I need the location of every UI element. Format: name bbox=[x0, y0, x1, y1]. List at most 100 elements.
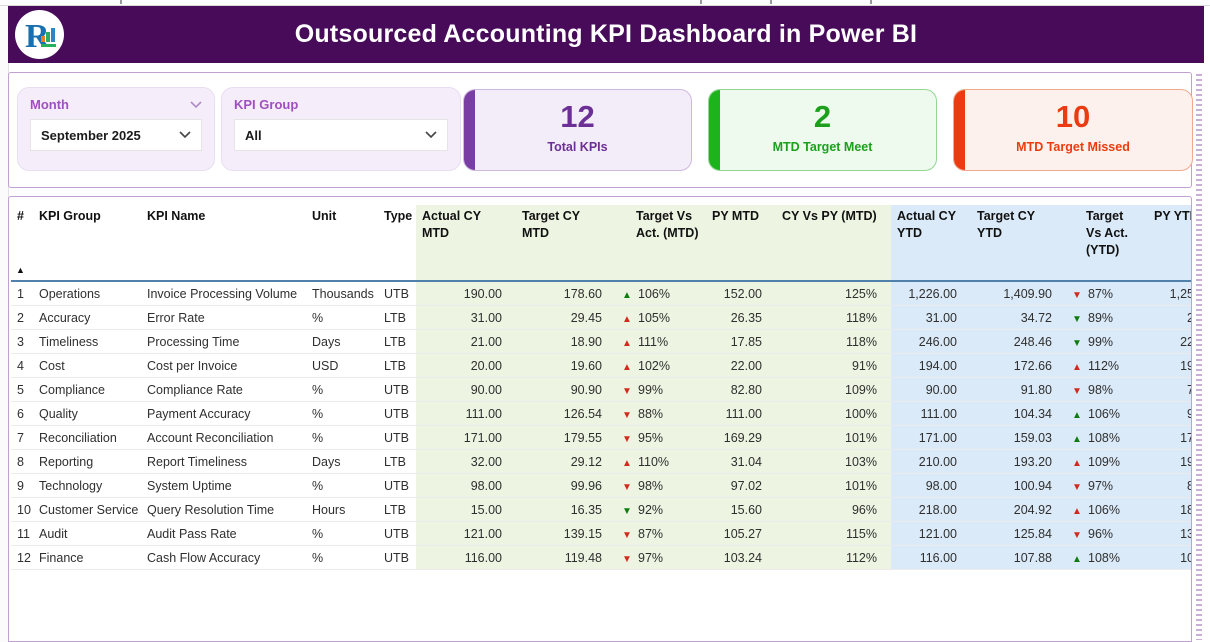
table-row[interactable]: 6QualityPayment Accuracy%UTB111.00126.54… bbox=[11, 402, 1192, 426]
cell-target_ytd: 91.80 bbox=[971, 378, 1066, 402]
cell-name: Audit Pass Rate bbox=[141, 522, 306, 546]
column-header-actual_mtd[interactable]: Actual CY MTD bbox=[416, 205, 516, 281]
table-row[interactable]: 5ComplianceCompliance Rate%UTB90.0090.90… bbox=[11, 378, 1192, 402]
cell-cy_vs_py_mtd: 103% bbox=[776, 450, 891, 474]
cell-actual_mtd: 171.00 bbox=[416, 426, 516, 450]
titlebar: R Outsourced Accounting KPI Dashboard in… bbox=[8, 6, 1204, 63]
table-row[interactable]: 9TechnologySystem Uptime%UTB98.0099.96▼9… bbox=[11, 474, 1192, 498]
cell-type: LTB bbox=[378, 354, 416, 378]
triangle-down-icon: ▼ bbox=[1072, 530, 1088, 541]
column-header-target_mtd[interactable]: Target CY MTD bbox=[516, 205, 616, 281]
triangle-up-icon: ▲ bbox=[1072, 362, 1088, 373]
sort-ascending-icon: ▲ bbox=[16, 264, 25, 276]
cell-cy_vs_py_mtd: 118% bbox=[776, 330, 891, 354]
indicator-percent: 112% bbox=[1088, 359, 1119, 373]
cell-type: UTB bbox=[378, 546, 416, 570]
vertical-scrollbar[interactable] bbox=[1196, 74, 1202, 640]
kpi-group-dropdown[interactable]: All bbox=[234, 119, 448, 151]
triangle-up-icon: ▲ bbox=[1072, 506, 1088, 517]
column-header-py_ytd[interactable]: PY YTD bbox=[1148, 205, 1192, 281]
cell-target_mtd: 19.60 bbox=[516, 354, 616, 378]
cell-target_mtd: 29.45 bbox=[516, 306, 616, 330]
column-header-type[interactable]: Type bbox=[378, 205, 416, 281]
cell-tva_ytd: ▲108% bbox=[1066, 426, 1148, 450]
cell-target_ytd: 204.92 bbox=[971, 498, 1066, 522]
cell-cy_vs_py_mtd: 100% bbox=[776, 402, 891, 426]
cell-group: Quality bbox=[33, 402, 141, 426]
indicator-percent: 98% bbox=[1088, 383, 1113, 397]
cell-py_ytd: 19 bbox=[1148, 450, 1192, 474]
cell-tva_mtd: ▼95% bbox=[616, 426, 706, 450]
column-header-target_ytd[interactable]: Target CY YTD bbox=[971, 205, 1066, 281]
triangle-up-icon: ▲ bbox=[622, 362, 638, 373]
table-row[interactable]: 11AuditAudit Pass Rate%UTB121.00139.15▼8… bbox=[11, 522, 1192, 546]
cell-unit: Days bbox=[306, 450, 378, 474]
column-header-tva_mtd[interactable]: Target Vs Act. (MTD) bbox=[616, 205, 706, 281]
cell-py_ytd: 2 bbox=[1148, 306, 1192, 330]
cell-py_mtd: 31.04 bbox=[706, 450, 776, 474]
cell-actual_ytd: 116.00 bbox=[891, 546, 971, 570]
cell-name: Report Timeliness bbox=[141, 450, 306, 474]
cell-tva_ytd: ▲106% bbox=[1066, 498, 1148, 522]
cell-type: UTB bbox=[378, 426, 416, 450]
cell-actual_mtd: 20.00 bbox=[416, 354, 516, 378]
column-header-name[interactable]: KPI Name bbox=[141, 205, 306, 281]
cell-target_mtd: 126.54 bbox=[516, 402, 616, 426]
triangle-down-icon: ▼ bbox=[622, 530, 638, 541]
cell-name: Payment Accuracy bbox=[141, 402, 306, 426]
column-header-num[interactable]: #▲ bbox=[11, 205, 33, 281]
cell-py_mtd: 103.24 bbox=[706, 546, 776, 570]
cell-target_mtd: 18.90 bbox=[516, 330, 616, 354]
cell-name: Cash Flow Accuracy bbox=[141, 546, 306, 570]
table-row[interactable]: 12FinanceCash Flow Accuracy%UTB116.00119… bbox=[11, 546, 1192, 570]
table-header-row: #▲KPI GroupKPI NameUnitTypeActual CY MTD… bbox=[11, 205, 1192, 281]
table-row[interactable]: 4CostCost per InvoiceUSDLTB20.0019.60▲10… bbox=[11, 354, 1192, 378]
month-slicer: Month September 2025 bbox=[17, 87, 215, 171]
triangle-down-icon: ▼ bbox=[1072, 290, 1088, 301]
cell-target_mtd: 179.55 bbox=[516, 426, 616, 450]
cell-tva_ytd: ▲112% bbox=[1066, 354, 1148, 378]
column-header-py_mtd[interactable]: PY MTD bbox=[706, 205, 776, 281]
cell-type: UTB bbox=[378, 474, 416, 498]
chevron-down-icon[interactable] bbox=[190, 101, 202, 109]
column-header-group[interactable]: KPI Group bbox=[33, 205, 141, 281]
table-row[interactable]: 7ReconciliationAccount Reconciliation%UT… bbox=[11, 426, 1192, 450]
column-header-cy_vs_py_mtd[interactable]: CY Vs PY (MTD) bbox=[776, 205, 891, 281]
kpi-group-dropdown-value: All bbox=[245, 128, 262, 143]
indicator-percent: 108% bbox=[1088, 431, 1120, 445]
triangle-down-icon: ▼ bbox=[1072, 482, 1088, 493]
column-header-tva_ytd[interactable]: Target Vs Act. (YTD) bbox=[1066, 205, 1148, 281]
cell-cy_vs_py_mtd: 101% bbox=[776, 426, 891, 450]
cell-py_mtd: 152.00 bbox=[706, 281, 776, 306]
mtd-target-meet-value: 2 bbox=[709, 100, 936, 134]
cell-tva_ytd: ▲108% bbox=[1066, 546, 1148, 570]
table-row[interactable]: 3TimelinessProcessing TimeDaysLTB21.0018… bbox=[11, 330, 1192, 354]
column-header-actual_ytd[interactable]: Actual CY YTD bbox=[891, 205, 971, 281]
chevron-down-icon bbox=[179, 131, 191, 139]
cell-tva_ytd: ▼99% bbox=[1066, 330, 1148, 354]
month-dropdown[interactable]: September 2025 bbox=[30, 119, 202, 151]
cell-type: LTB bbox=[378, 330, 416, 354]
cell-py_mtd: 105.27 bbox=[706, 522, 776, 546]
cell-group: Accuracy bbox=[33, 306, 141, 330]
triangle-up-icon: ▲ bbox=[622, 338, 638, 349]
indicator-percent: 102% bbox=[638, 359, 670, 373]
table-row[interactable]: 10Customer ServiceQuery Resolution TimeH… bbox=[11, 498, 1192, 522]
cell-num: 6 bbox=[11, 402, 33, 426]
table-row[interactable]: 1OperationsInvoice Processing VolumeThou… bbox=[11, 281, 1192, 306]
indicator-percent: 87% bbox=[638, 527, 663, 541]
cell-actual_ytd: 121.00 bbox=[891, 522, 971, 546]
cell-actual_mtd: 111.00 bbox=[416, 402, 516, 426]
cell-num: 12 bbox=[11, 546, 33, 570]
cell-actual_ytd: 218.00 bbox=[891, 498, 971, 522]
kpi-table-body: 1OperationsInvoice Processing VolumeThou… bbox=[11, 281, 1192, 570]
cell-actual_mtd: 21.00 bbox=[416, 330, 516, 354]
cell-target_ytd: 159.03 bbox=[971, 426, 1066, 450]
table-row[interactable]: 8ReportingReport TimelinessDaysLTB32.002… bbox=[11, 450, 1192, 474]
cell-target_ytd: 34.72 bbox=[971, 306, 1066, 330]
table-row[interactable]: 2AccuracyError Rate%LTB31.0029.45▲105%26… bbox=[11, 306, 1192, 330]
cell-num: 10 bbox=[11, 498, 33, 522]
column-header-unit[interactable]: Unit bbox=[306, 205, 378, 281]
triangle-down-icon: ▼ bbox=[622, 410, 638, 421]
cell-py_ytd: 10 bbox=[1148, 546, 1192, 570]
